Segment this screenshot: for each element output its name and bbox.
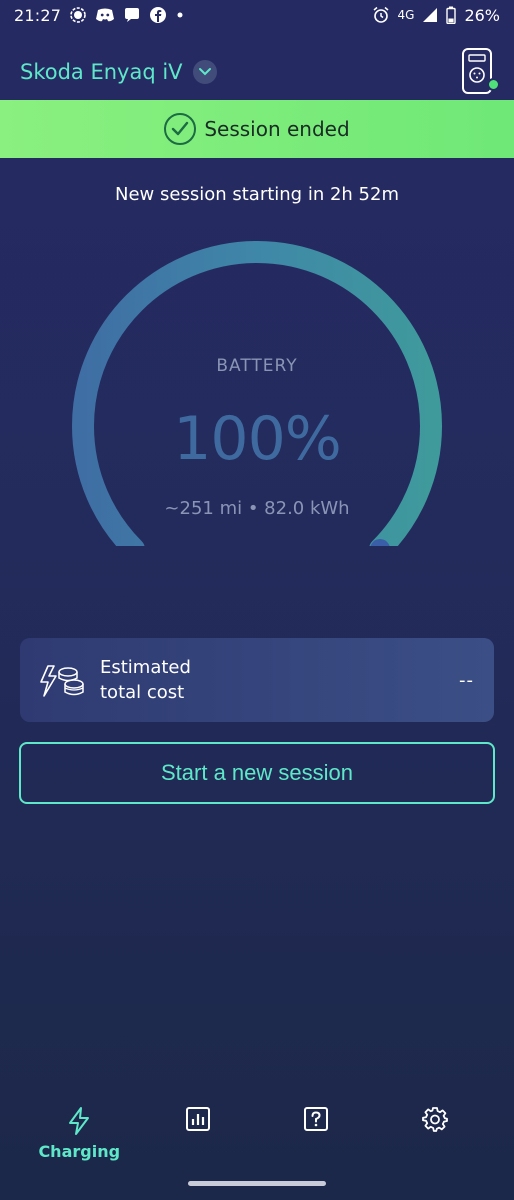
check-icon — [164, 113, 197, 145]
battery-icon — [446, 6, 457, 24]
nav-statistics[interactable] — [148, 1096, 248, 1166]
status-bar-left: 21:27 — [14, 6, 185, 25]
nav-settings[interactable] — [385, 1096, 485, 1166]
chevron-down-icon — [192, 60, 217, 84]
status-bar: 21:27 4G 26% — [0, 0, 514, 30]
cost-value: -- — [459, 669, 474, 691]
vehicle-selector[interactable]: Skoda Enyaq iV — [20, 60, 217, 84]
gear-icon — [421, 1107, 448, 1132]
session-ended-banner: Session ended — [0, 100, 514, 158]
gauge-label: BATTERY — [216, 356, 298, 376]
estimated-cost-card: Estimated total cost -- — [20, 638, 494, 722]
alarm-icon — [372, 6, 390, 24]
start-new-session-button[interactable]: Start a new session — [19, 742, 495, 804]
charger-online-indicator — [487, 78, 500, 91]
range-energy-details: ~251 mi • 82.0 kWh — [164, 498, 350, 519]
cost-label: Estimated total cost — [100, 655, 459, 705]
help-icon — [304, 1107, 329, 1131]
network-type: 4G — [397, 8, 415, 22]
lightning-icon — [69, 1107, 90, 1135]
facebook-icon — [149, 6, 167, 24]
app-header: Skoda Enyaq iV — [0, 44, 514, 100]
signal-messenger-icon — [69, 6, 87, 24]
next-session-text: New session starting in 2h 52m — [115, 184, 399, 205]
cost-label-line1: Estimated — [100, 657, 191, 678]
banner-text: Session ended — [204, 117, 350, 141]
battery-percent: 26% — [464, 5, 500, 25]
battery-percentage: 100% — [173, 404, 342, 474]
bar-chart-icon — [185, 1107, 210, 1131]
nav-charging[interactable]: Charging — [29, 1096, 129, 1166]
dot-icon — [175, 10, 185, 20]
vehicle-name: Skoda Enyaq iV — [20, 60, 183, 84]
home-indicator[interactable] — [188, 1181, 326, 1186]
nav-charging-label: Charging — [38, 1142, 121, 1161]
charger-status-button[interactable] — [460, 47, 500, 97]
status-time: 21:27 — [14, 5, 62, 25]
discord-icon — [95, 7, 115, 23]
chat-bubble-icon — [123, 6, 141, 24]
cell-signal-icon — [422, 7, 438, 23]
lightning-coins-icon — [40, 665, 84, 697]
bottom-nav: Charging — [0, 1096, 514, 1172]
nav-help[interactable] — [266, 1096, 366, 1166]
status-bar-right: 4G 26% — [372, 5, 500, 25]
cost-label-line2: total cost — [100, 682, 185, 703]
